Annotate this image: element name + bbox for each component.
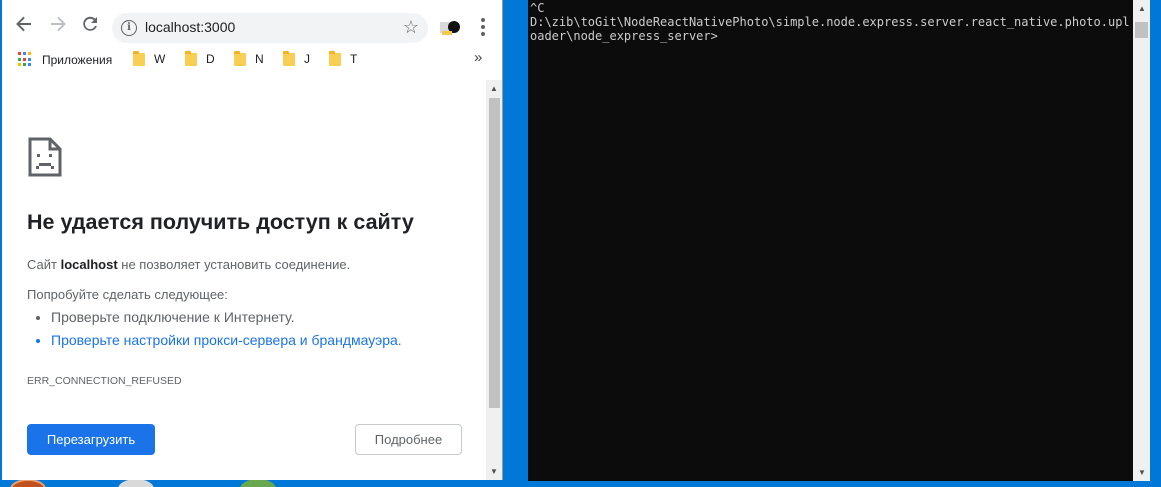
bookmark-folder-label: J [304,52,310,66]
folder-icon [234,50,246,66]
bookmark-folder-j[interactable]: J [283,50,310,66]
desktop-icon-1[interactable] [10,479,46,487]
error-page: Не удается получить доступ к сайту Сайт … [2,80,486,480]
error-host: localhost [60,257,118,272]
console-scrollbar[interactable]: ▲ ▼ [1133,0,1150,481]
suggestions-list: Проверьте подключение к Интернету. Прове… [51,309,402,355]
console-output: ^C D:\zib\toGit\NodeReactNativePhoto\simp… [530,1,1134,43]
scroll-up-icon[interactable]: ▲ [1138,4,1146,13]
console-window[interactable]: ^C D:\zib\toGit\NodeReactNativePhoto\simp… [528,0,1150,481]
browser-window: i localhost:3000 ☆ Приложения W D N J T … [2,0,503,480]
suggestions-heading: Попробуйте сделать следующее: [27,287,228,302]
info-icon[interactable]: i [121,20,137,36]
bookmark-folder-n[interactable]: N [234,50,264,66]
desktop-icon-3[interactable] [240,479,276,487]
bookmark-folder-label: T [350,52,358,66]
page-scrollbar[interactable]: ▲ ▼ [486,80,502,480]
star-icon[interactable]: ☆ [403,17,419,38]
bookmark-folder-d[interactable]: D [185,50,215,66]
scroll-down-icon[interactable]: ▼ [490,467,498,476]
scroll-thumb[interactable] [1135,22,1148,38]
address-bar[interactable]: i localhost:3000 ☆ [112,13,428,43]
arrow-right-icon [51,16,66,32]
refresh-icon [83,16,97,31]
error-title: Не удается получить доступ к сайту [27,210,414,234]
bookmarks-bar: Приложения W D N J T » [2,46,502,74]
apps-label: Приложения [42,52,113,67]
url-text[interactable]: localhost:3000 [145,19,235,35]
bookmark-folder-label: D [206,52,215,66]
forward-button[interactable] [46,12,70,36]
folder-icon [283,50,295,66]
bookmarks-overflow-icon[interactable]: » [474,49,482,66]
bookmark-folder-w[interactable]: W [133,50,166,66]
folder-icon [329,50,341,66]
arrow-left-icon [16,16,31,32]
back-button[interactable] [12,12,36,36]
reload-page-button[interactable]: Перезагрузить [27,424,155,455]
scroll-down-icon[interactable]: ▼ [1138,468,1146,477]
profile-avatar-icon[interactable] [439,16,461,38]
suggestion-item: Проверьте подключение к Интернету. [51,309,402,325]
scroll-up-icon[interactable]: ▲ [490,84,498,93]
apps-grid-icon [18,52,33,67]
console-line: D:\zib\toGit\NodeReactNativePhoto\simple… [530,15,1130,43]
scroll-thumb[interactable] [489,98,500,408]
folder-icon [185,50,197,66]
details-button[interactable]: Подробнее [355,424,462,455]
reload-button[interactable] [78,12,102,36]
kebab-menu-icon[interactable] [475,16,491,38]
desktop-icon-2[interactable] [118,479,154,487]
proxy-settings-link[interactable]: Проверьте настройки прокси-сервера и бра… [51,332,402,348]
bookmark-folder-label: W [154,52,166,66]
apps-shortcut[interactable]: Приложения [18,52,112,67]
console-line: ^C [530,1,545,15]
error-description: Сайт localhost не позволяет установить с… [27,257,351,272]
bookmark-folder-label: N [255,52,264,66]
bookmark-folder-t[interactable]: T [329,50,358,66]
folder-icon [133,50,145,66]
sad-document-icon [28,137,62,177]
error-code: ERR_CONNECTION_REFUSED [27,375,182,387]
browser-toolbar: i localhost:3000 ☆ [2,0,502,46]
